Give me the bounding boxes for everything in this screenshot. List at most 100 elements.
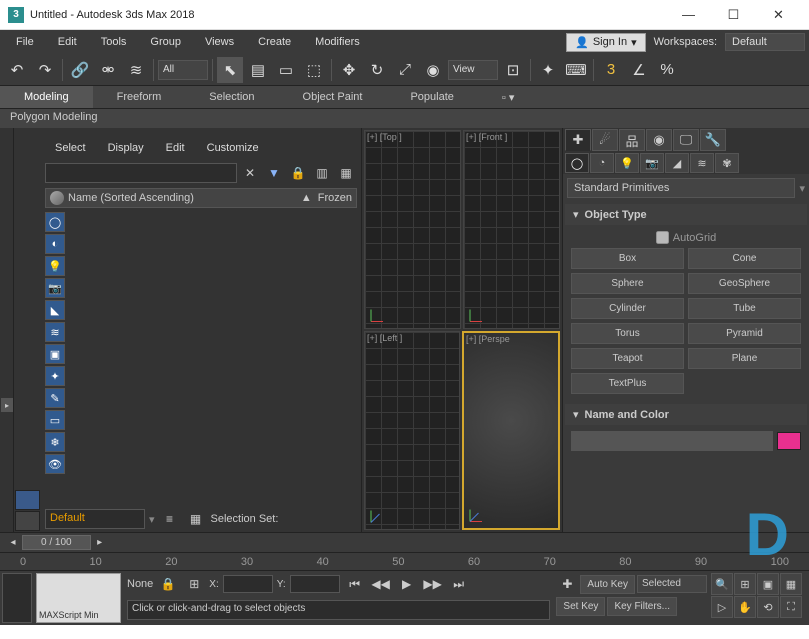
filter-groups-icon[interactable]: ▣ bbox=[45, 344, 65, 364]
signin-button[interactable]: 👤 Sign In ▾ bbox=[566, 33, 645, 52]
select-button[interactable]: ⬉ bbox=[217, 57, 243, 83]
cylinder-button[interactable]: Cylinder bbox=[571, 298, 684, 319]
scene-header[interactable]: Name (Sorted Ascending) ▲ Frozen bbox=[45, 188, 357, 208]
isolate-icon[interactable]: ▦ bbox=[185, 508, 207, 530]
select-name-button[interactable]: ▤ bbox=[245, 57, 271, 83]
goto-end-button[interactable]: ⏭ bbox=[448, 573, 470, 595]
maximize-button[interactable]: ☐ bbox=[711, 1, 756, 29]
unlink-button[interactable]: ⚮ bbox=[95, 57, 121, 83]
sphere-button[interactable]: Sphere bbox=[571, 273, 684, 294]
place-button[interactable]: ◉ bbox=[420, 57, 446, 83]
goto-start-button[interactable]: ⏮ bbox=[344, 573, 366, 595]
maxscript-listener[interactable]: MAXScript Min bbox=[36, 573, 121, 623]
scale-button[interactable]: ⤢ bbox=[392, 57, 418, 83]
prev-key-button[interactable]: ◂ bbox=[4, 535, 22, 551]
filter-containers-icon[interactable]: ▭ bbox=[45, 410, 65, 430]
lock-selection-button[interactable]: 🔒 bbox=[157, 573, 179, 595]
lights-category[interactable]: 💡 bbox=[615, 153, 639, 173]
clear-search-button[interactable]: ✕ bbox=[239, 162, 261, 184]
mini-curve-editor[interactable] bbox=[2, 573, 32, 623]
next-frame-button[interactable]: ▶▶ bbox=[422, 573, 444, 595]
filter-spacewarps-icon[interactable]: ≋ bbox=[45, 322, 65, 342]
time-slider[interactable]: ◂ 0 / 100 ▸ bbox=[0, 532, 809, 552]
filter-geometry-icon[interactable]: ◯ bbox=[45, 212, 65, 232]
scene-menu-customize[interactable]: Customize bbox=[197, 142, 269, 154]
cameras-category[interactable]: 📷 bbox=[640, 153, 664, 173]
keyboard-button[interactable]: ⌨ bbox=[563, 57, 589, 83]
systems-category[interactable]: ✾ bbox=[715, 153, 739, 173]
viewport-front[interactable]: [+] [Front ] bbox=[463, 130, 560, 329]
layers-icon[interactable]: ≡ bbox=[159, 508, 181, 530]
scene-menu-select[interactable]: Select bbox=[45, 142, 96, 154]
snap-button[interactable]: 3 bbox=[598, 57, 624, 83]
autogrid-checkbox[interactable]: AutoGrid bbox=[656, 231, 716, 244]
plane-button[interactable]: Plane bbox=[688, 348, 801, 369]
next-key-button[interactable]: ▸ bbox=[91, 535, 109, 551]
display-tab[interactable]: 🖵 bbox=[673, 129, 699, 151]
torus-button[interactable]: Torus bbox=[571, 323, 684, 344]
keyfilters-button[interactable]: Key Filters... bbox=[607, 597, 677, 616]
menu-tools[interactable]: Tools bbox=[89, 30, 139, 54]
box-button[interactable]: Box bbox=[571, 248, 684, 269]
move-button[interactable]: ✥ bbox=[336, 57, 362, 83]
filter-frozen-icon[interactable]: ❄ bbox=[45, 432, 65, 452]
scene-search-input[interactable] bbox=[45, 163, 237, 183]
expand-strip-button[interactable]: ▸ bbox=[1, 398, 13, 412]
workspace-dropdown[interactable]: Default bbox=[725, 33, 805, 51]
transform-type-button[interactable]: ⊞ bbox=[183, 573, 205, 595]
spacewarps-category[interactable]: ≋ bbox=[690, 153, 714, 173]
filter-bones-icon[interactable]: ✎ bbox=[45, 388, 65, 408]
filter-shapes-icon[interactable]: ◐ bbox=[45, 234, 65, 254]
selection-filter-dropdown[interactable]: All bbox=[158, 60, 208, 80]
subcategory-dropdown[interactable]: Standard Primitives bbox=[567, 178, 795, 198]
autokey-button[interactable]: Auto Key bbox=[580, 575, 635, 594]
viewport-left[interactable]: [+] [Left ] bbox=[364, 331, 460, 530]
tube-button[interactable]: Tube bbox=[688, 298, 801, 319]
angle-snap-button[interactable]: ∠ bbox=[626, 57, 652, 83]
geometry-category[interactable]: ◯ bbox=[565, 153, 589, 173]
add-keys-button[interactable]: ✚ bbox=[556, 573, 578, 595]
x-input[interactable] bbox=[223, 575, 273, 593]
prev-frame-button[interactable]: ◀◀ bbox=[370, 573, 392, 595]
viewport-perspective[interactable]: [+] [Perspe bbox=[462, 331, 560, 530]
ribbon-objectpaint[interactable]: Object Paint bbox=[279, 86, 387, 108]
orbit-button[interactable]: ⟲ bbox=[757, 596, 779, 618]
redo-button[interactable]: ↷ bbox=[32, 57, 58, 83]
helpers-category[interactable]: ◢ bbox=[665, 153, 689, 173]
manipulate-button[interactable]: ✦ bbox=[535, 57, 561, 83]
cone-button[interactable]: Cone bbox=[688, 248, 801, 269]
ribbon-populate[interactable]: Populate bbox=[386, 86, 477, 108]
menu-modifiers[interactable]: Modifiers bbox=[303, 30, 372, 54]
filter-hidden-icon[interactable]: 👁 bbox=[45, 454, 65, 474]
ribbon-selection[interactable]: Selection bbox=[185, 86, 278, 108]
shapes-category[interactable]: ◔ bbox=[590, 153, 614, 173]
geosphere-button[interactable]: GeoSphere bbox=[688, 273, 801, 294]
hierarchy-tab[interactable]: 品 bbox=[619, 129, 645, 151]
zoom-extents-all-button[interactable]: ▦ bbox=[780, 573, 802, 595]
select-rect-button[interactable]: ▭ bbox=[273, 57, 299, 83]
filter-xrefs-icon[interactable]: ✦ bbox=[45, 366, 65, 386]
fov-button[interactable]: ▷ bbox=[711, 596, 733, 618]
objecttype-rollout-header[interactable]: ▾Object Type bbox=[565, 204, 807, 225]
percent-snap-button[interactable]: % bbox=[654, 57, 680, 83]
undo-button[interactable]: ↶ bbox=[4, 57, 30, 83]
maximize-viewport-button[interactable]: ⛶ bbox=[780, 596, 802, 618]
close-button[interactable]: ✕ bbox=[756, 1, 801, 29]
pivot-button[interactable]: ⊡ bbox=[500, 57, 526, 83]
zoom-button[interactable]: 🔍 bbox=[711, 573, 733, 595]
pyramid-button[interactable]: Pyramid bbox=[688, 323, 801, 344]
setkey-button[interactable]: Set Key bbox=[556, 597, 605, 616]
rotate-button[interactable]: ↻ bbox=[364, 57, 390, 83]
menu-views[interactable]: Views bbox=[193, 30, 246, 54]
menu-file[interactable]: File bbox=[4, 30, 46, 54]
view-mode-a-button[interactable]: ▥ bbox=[311, 162, 333, 184]
filter-cameras-icon[interactable]: 📷 bbox=[45, 278, 65, 298]
namecolor-rollout-header[interactable]: ▾Name and Color bbox=[565, 404, 807, 425]
zoom-extents-button[interactable]: ▣ bbox=[757, 573, 779, 595]
minimize-button[interactable]: — bbox=[666, 1, 711, 29]
zoom-all-button[interactable]: ⊞ bbox=[734, 573, 756, 595]
timeline-ruler[interactable]: 0 10 20 30 40 50 60 70 80 90 100 bbox=[0, 552, 809, 570]
teapot-button[interactable]: Teapot bbox=[571, 348, 684, 369]
object-color-swatch[interactable] bbox=[777, 432, 801, 450]
ribbon-modeling[interactable]: Modeling bbox=[0, 86, 93, 108]
